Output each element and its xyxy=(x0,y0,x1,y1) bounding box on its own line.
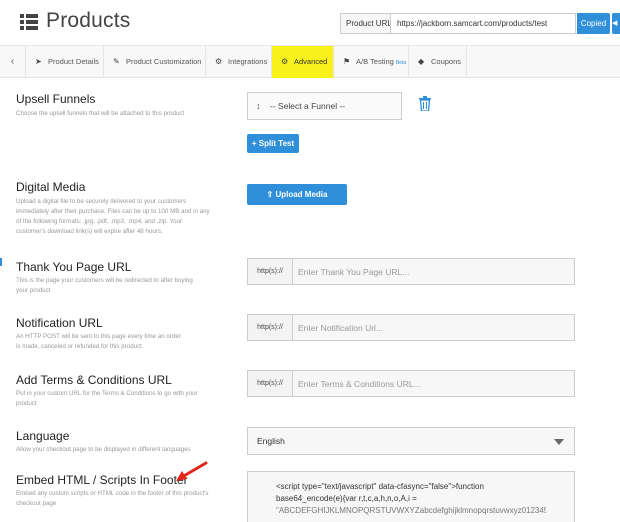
list-icon xyxy=(20,14,38,30)
product-url-label: Product URL xyxy=(340,13,397,34)
funnel-select-value: -- Select a Funnel -- xyxy=(270,101,346,111)
terms-url-field: http(s):// xyxy=(247,370,575,397)
open-link-button[interactable]: ◀ xyxy=(612,13,620,34)
thank-you-url-title: Thank You Page URL xyxy=(16,260,132,274)
url-prefix: http(s):// xyxy=(248,259,293,284)
pencil-icon: ✎ xyxy=(113,57,120,66)
tab-product-details[interactable]: ➤ Product Details xyxy=(26,46,104,78)
page-title: Products xyxy=(46,9,131,32)
digital-media-desc: Upload a digital file to be securely del… xyxy=(16,198,210,235)
product-tabs: ‹ ➤ Product Details ✎ Product Customizatio… xyxy=(0,46,620,78)
url-prefix: http(s):// xyxy=(248,371,293,396)
gears-icon: ⚙ xyxy=(281,57,289,66)
terms-url-title: Add Terms & Conditions URL xyxy=(16,373,172,387)
trash-icon[interactable] xyxy=(419,96,431,111)
terms-url-input[interactable] xyxy=(293,371,574,396)
upload-icon: ⇧ xyxy=(266,190,274,199)
tab-product-customization[interactable]: ✎ Product Customization xyxy=(104,46,206,78)
back-button[interactable]: ‹ xyxy=(0,46,26,78)
thank-you-url-input[interactable] xyxy=(293,259,574,284)
embed-code-textarea[interactable]: <script type="text/javascript" data-cfas… xyxy=(247,471,575,522)
notification-url-desc: An HTTP POST will be sent to this page e… xyxy=(16,333,181,350)
ab-flag-icon: ⚑ xyxy=(343,57,351,66)
product-url-field[interactable]: https://jackborn.samcart.com/products/te… xyxy=(390,13,576,34)
split-test-button[interactable]: + Split Test xyxy=(247,134,299,153)
code-line: "ABCDEFGHIJKLMNOPQRSTUVWXYZabcdefghijklm… xyxy=(276,506,546,515)
funnel-select[interactable]: ↕ -- Select a Funnel -- xyxy=(247,92,402,120)
tab-coupons[interactable]: ◆ Coupons xyxy=(409,46,467,78)
embed-html-desc: Embed any custom scripts or HTML code in… xyxy=(16,490,209,507)
thank-you-url-desc: This is the page your customers will be … xyxy=(16,277,193,294)
tab-advanced[interactable]: ⚙ Advanced xyxy=(272,46,334,78)
edge-marker xyxy=(0,258,2,266)
language-select-value: English xyxy=(257,436,285,446)
copied-button[interactable]: Copied xyxy=(577,13,610,34)
page-header: Products Product URL https://jackborn.sa… xyxy=(0,0,620,46)
embed-html-title: Embed HTML / Scripts In Footer xyxy=(16,473,188,487)
terms-url-desc: Put in your custom URL for the Terms & C… xyxy=(16,390,198,407)
code-line: <script type="text/javascript" data-cfas… xyxy=(276,482,484,491)
tag-icon: ◆ xyxy=(418,57,425,66)
upsell-funnels-desc: Choose the upsell funnels that will be a… xyxy=(16,110,185,117)
red-arrow-icon xyxy=(176,461,208,481)
beta-badge: Beta xyxy=(395,60,407,66)
language-title: Language xyxy=(16,429,70,443)
notification-url-title: Notification URL xyxy=(16,316,103,330)
tab-integrations[interactable]: ⚙ Integrations xyxy=(206,46,272,78)
digital-media-title: Digital Media xyxy=(16,180,86,194)
chevron-left-icon: ‹ xyxy=(10,56,15,67)
language-desc: Allow your checkout page to be displayed… xyxy=(16,446,191,453)
puzzle-icon: ⚙ xyxy=(215,57,223,66)
code-line: base64_encode(e){var r,t,c,a,h,n,o,A,i = xyxy=(276,494,417,503)
thank-you-url-field: http(s):// xyxy=(247,258,575,285)
tab-ab-testing[interactable]: ⚑ A/B Testing Beta xyxy=(334,46,409,78)
notification-url-input[interactable] xyxy=(293,315,574,340)
upload-media-button[interactable]: ⇧ Upload Media xyxy=(247,184,347,205)
language-select[interactable]: English xyxy=(247,427,575,455)
notification-url-field: http(s):// xyxy=(247,314,575,341)
sort-arrows-icon: ↕ xyxy=(256,101,261,111)
pin-icon: ➤ xyxy=(35,57,42,66)
caret-down-icon xyxy=(554,439,564,445)
url-prefix: http(s):// xyxy=(248,315,293,340)
upsell-funnels-title: Upsell Funnels xyxy=(16,92,96,106)
